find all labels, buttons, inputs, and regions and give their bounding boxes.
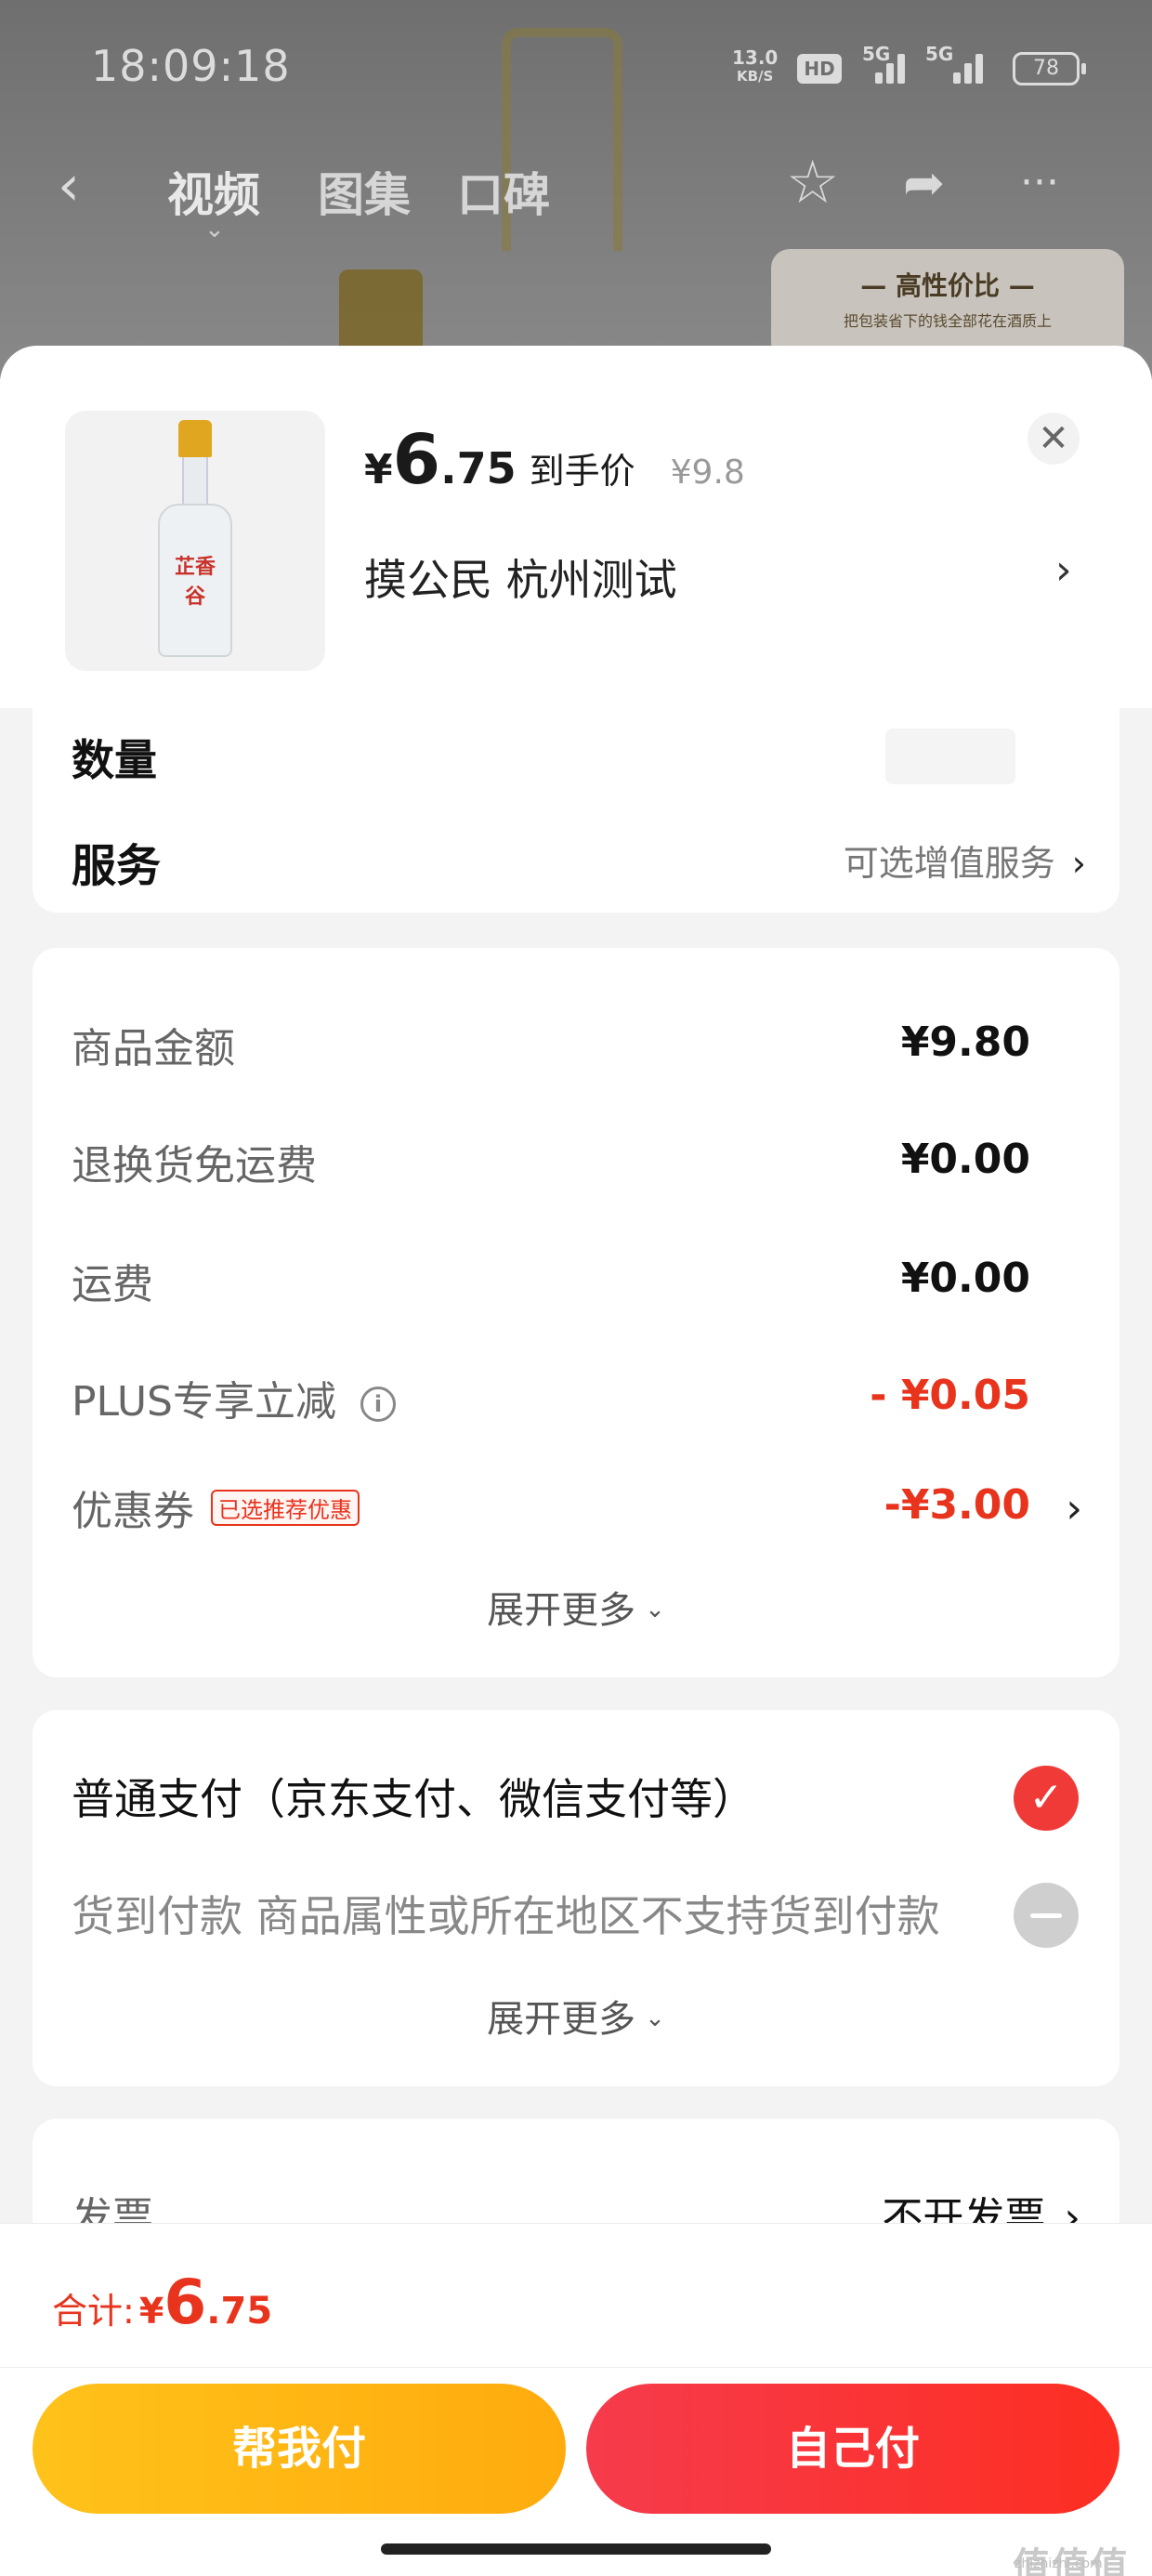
chevron-right-icon[interactable]: › — [1055, 546, 1072, 594]
amount-value: ¥0.00 — [900, 1255, 1030, 1302]
total-integer: 6 — [164, 2267, 207, 2338]
close-icon[interactable]: ✕ — [1028, 413, 1080, 465]
amount-label: PLUS专享立减 — [72, 1378, 336, 1426]
share-icon[interactable]: ➦ — [903, 151, 945, 216]
amount-value: ¥0.00 — [900, 1136, 1030, 1183]
chevron-down-icon: ⌄ — [645, 1596, 665, 1623]
amount-label: 优惠券 — [72, 1488, 194, 1535]
recommended-discount-badge: 已选推荐优惠 — [211, 1490, 360, 1526]
info-icon[interactable]: i — [360, 1387, 396, 1422]
checkout-footer: 合计: ¥6.75 帮我付 自己付 值值值 zhizhizhi.com — [0, 2223, 1152, 2576]
payment-option-standard[interactable]: 普通支付（京东支付、微信支付等） — [72, 1766, 755, 1827]
expand-more-button[interactable]: 展开更多 ⌄ — [33, 1580, 1119, 1634]
promo-badge-title: — 高性价比 — — [860, 270, 1035, 301]
product-header: 芷香谷 ¥6.75 到手价 ¥9.8 ✕ 摸公民 杭州测试 › — [0, 346, 1152, 708]
chevron-down-icon: ⌄ — [645, 2004, 665, 2032]
amount-value: ¥9.80 — [900, 1019, 1030, 1066]
price-tag: 到手价 — [529, 451, 635, 492]
total-currency: ¥ — [138, 2291, 164, 2332]
expand-more-label: 展开更多 — [487, 1589, 636, 1632]
expand-more-label: 展开更多 — [487, 1998, 636, 2041]
home-indicator[interactable] — [381, 2543, 771, 2555]
background-product-image-2 — [339, 269, 423, 353]
expand-more-button[interactable]: 展开更多 ⌄ — [33, 1989, 1119, 2043]
amount-label: 运费 — [72, 1261, 153, 1308]
network-speed: 13.0 KB/S — [732, 48, 778, 85]
chevron-right-icon: › — [1066, 1485, 1082, 1532]
signal-icon-2: 5G — [925, 43, 992, 84]
service-selector[interactable]: 可选增值服务 › — [844, 835, 1086, 886]
promo-badge-subtitle: 把包装省下的钱全部花在酒质上 — [843, 312, 1052, 330]
network-speed-value: 13.0 — [732, 46, 779, 69]
back-arrow-icon[interactable]: ‹ — [58, 158, 80, 214]
signal-2-label: 5G — [925, 43, 954, 65]
tab-reviews[interactable]: 口碑 — [457, 158, 550, 225]
amounts-card: 商品金额 ¥9.80 退换货免运费 ¥0.00 运费 ¥0.00 PLUS专享立… — [33, 948, 1119, 1677]
checkmark-selected-icon[interactable]: ✓ — [1014, 1766, 1079, 1831]
disabled-option-icon — [1014, 1883, 1079, 1948]
tab-gallery[interactable]: 图集 — [318, 158, 411, 225]
total-label: 合计: — [52, 2291, 135, 2332]
divider — [0, 2367, 1152, 2368]
price-decimal: .75 — [440, 443, 517, 493]
delivery-address[interactable]: 摸公民 杭州测试 — [364, 546, 677, 608]
original-price: ¥9.8 — [670, 453, 745, 492]
price-currency: ¥ — [364, 446, 393, 493]
chevron-right-icon: › — [1071, 843, 1086, 884]
amount-label: 退换货免运费 — [72, 1142, 317, 1189]
amount-value: - ¥0.05 — [870, 1372, 1030, 1419]
amount-row-return-shipping: 退换货免运费 ¥0.00 — [72, 1132, 1030, 1197]
network-speed-unit: KB/S — [737, 68, 774, 85]
status-bar: 18:09:18 13.0 KB/S HD 5G 5G 78 — [0, 0, 1152, 139]
pay-myself-button[interactable]: 自己付 — [586, 2384, 1119, 2514]
product-thumbnail: 芷香谷 — [65, 411, 325, 671]
amount-row-plus-discount: PLUS专享立减 i - ¥0.05 — [72, 1368, 1030, 1433]
status-time: 18:09:18 — [91, 41, 291, 91]
service-label: 服务 — [72, 840, 162, 892]
amount-row-coupon[interactable]: 优惠券 已选推荐优惠 -¥3.00 › — [72, 1478, 1119, 1543]
coupon-label-group: 优惠券 已选推荐优惠 — [72, 1478, 360, 1537]
help-me-pay-button[interactable]: 帮我付 — [33, 2384, 566, 2514]
top-navigation: ‹ 视频 ⌄ 图集 口碑 ☆ ➦ ··· — [0, 139, 1152, 243]
payment-option-cod: 货到付款 商品属性或所在地区不支持货到付款 — [72, 1891, 940, 1941]
price-integer: 6 — [392, 420, 441, 500]
quantity-label: 数量 — [72, 735, 157, 785]
product-label-text: 芷香谷 — [174, 555, 216, 609]
amount-row-subtotal: 商品金额 ¥9.80 — [72, 1015, 1030, 1080]
signal-1-label: 5G — [862, 43, 891, 65]
service-value: 可选增值服务 — [843, 843, 1055, 884]
hd-voice-icon: HD — [797, 54, 842, 84]
more-icon[interactable]: ··· — [1020, 151, 1059, 216]
watermark-url: zhizhizhi.com — [1015, 2556, 1103, 2571]
quantity-stepper[interactable] — [885, 729, 1015, 784]
background-promo-badge: — 高性价比 — 把包装省下的钱全部花在酒质上 — [771, 249, 1124, 361]
total-decimal: .75 — [206, 2290, 273, 2333]
favorite-star-icon[interactable]: ☆ — [786, 151, 839, 216]
amount-row-shipping: 运费 ¥0.00 — [72, 1251, 1030, 1316]
liquor-bottle-icon: 芷香谷 — [158, 420, 232, 662]
order-total: 合计: ¥6.75 — [52, 2267, 272, 2338]
signal-icon-1: 5G — [862, 43, 910, 84]
plus-discount-label-group: PLUS专享立减 i — [72, 1368, 396, 1427]
price-row: ¥6.75 到手价 ¥9.8 — [364, 420, 745, 504]
tab-indicator-icon: ⌄ — [204, 216, 225, 243]
amount-value: -¥3.00 — [884, 1481, 1030, 1529]
payment-card: 普通支付（京东支付、微信支付等） ✓ 货到付款 商品属性或所在地区不支持货到付款… — [33, 1710, 1119, 2086]
battery-icon: 78 — [1013, 52, 1086, 85]
amount-label: 商品金额 — [72, 1025, 235, 1072]
